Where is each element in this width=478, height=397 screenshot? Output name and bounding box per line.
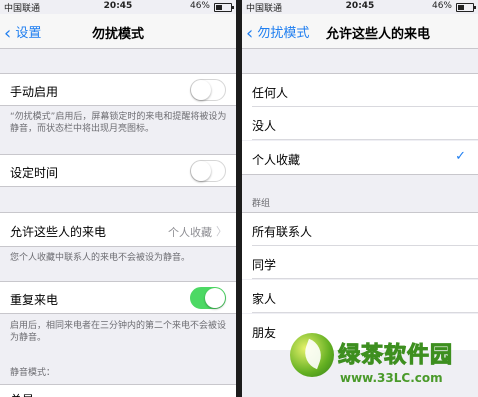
back-label: 勿扰模式 [257, 26, 310, 41]
chevron-left-icon: ‹ [4, 23, 12, 44]
battery-icon [214, 3, 234, 12]
back-button[interactable]: ‹ 勿扰模式 [246, 22, 310, 44]
group-family[interactable]: 家人 [242, 280, 478, 313]
silence-always-label: 总是 [10, 391, 34, 397]
allow-calls-value: 个人收藏 [168, 226, 212, 239]
group-classmates[interactable]: 同学 [242, 246, 478, 279]
watermark-text: 绿茶软件园 [337, 343, 454, 369]
option-anyone[interactable]: 任何人 [242, 73, 478, 107]
allow-calls-note: 您个人收藏中联系人的来电不会被设为静音。 [10, 253, 191, 263]
silence-section-header: 静音模式： [10, 368, 56, 378]
manual-enable-toggle[interactable] [190, 79, 226, 101]
option-label: 个人收藏 [252, 153, 301, 167]
groups-section-header: 群组 [252, 199, 271, 209]
navigation-bar: ‹ 设置 勿扰模式 [0, 14, 236, 49]
repeated-calls-toggle[interactable] [190, 287, 226, 309]
back-button[interactable]: ‹ 设置 [4, 22, 42, 44]
chevron-right-icon: 〉 [216, 225, 227, 238]
page-title: 勿扰模式 [92, 27, 145, 42]
scheduled-label: 设定时间 [10, 166, 59, 180]
leaf-logo-icon [290, 333, 334, 377]
checkmark-icon: ✓ [455, 149, 466, 164]
manual-enable-label: 手动启用 [10, 85, 59, 99]
group-label: 所有联系人 [252, 225, 313, 239]
status-bar: 中国联通 20:45 46% [0, 0, 236, 14]
silence-always-row[interactable]: 总是 [0, 384, 236, 397]
page-title: 允许这些人的来电 [326, 27, 431, 42]
scheduled-toggle[interactable] [190, 160, 226, 182]
back-label: 设置 [15, 26, 42, 41]
allow-calls-label: 允许这些人的来电 [10, 225, 107, 239]
battery-percent: 46% [431, 1, 452, 11]
status-bar: 中国联通 20:45 46% [242, 0, 478, 14]
allow-calls-row[interactable]: 允许这些人的来电 个人收藏 〉 [0, 212, 236, 247]
watermark-url: www.33LC.com [340, 371, 443, 385]
option-label: 没人 [252, 119, 277, 133]
watermark: 绿茶软件园 www.33LC.com [290, 333, 476, 395]
repeated-calls-note: 启用后，相同来电者在三分钟内的第二个来电不会被设为静音。 [10, 321, 227, 343]
manual-enable-note: “勿扰模式”启用后，屏幕锁定时的来电和提醒将被设为静音，而状态栏中将出现月亮图标… [10, 112, 227, 134]
battery-percent: 46% [189, 1, 210, 11]
option-favorites[interactable]: 个人收藏 ✓ [242, 141, 478, 175]
group-label: 朋友 [252, 326, 277, 340]
repeated-calls-row: 重复来电 [0, 281, 236, 314]
group-label: 家人 [252, 292, 277, 306]
option-label: 任何人 [252, 86, 289, 100]
repeated-calls-label: 重复来电 [10, 293, 59, 307]
manual-enable-row: 手动启用 [0, 73, 236, 106]
battery-icon [456, 3, 476, 12]
group-all-contacts[interactable]: 所有联系人 [242, 212, 478, 246]
chevron-left-icon: ‹ [246, 23, 254, 44]
do-not-disturb-screen: 中国联通 20:45 46% ‹ 设置 勿扰模式 手动启用 “勿扰模式”启用后，… [0, 0, 236, 397]
scheduled-row: 设定时间 [0, 154, 236, 187]
navigation-bar: ‹ 勿扰模式 允许这些人的来电 [242, 14, 478, 49]
group-label: 同学 [252, 258, 277, 272]
option-no-one[interactable]: 没人 [242, 107, 478, 140]
